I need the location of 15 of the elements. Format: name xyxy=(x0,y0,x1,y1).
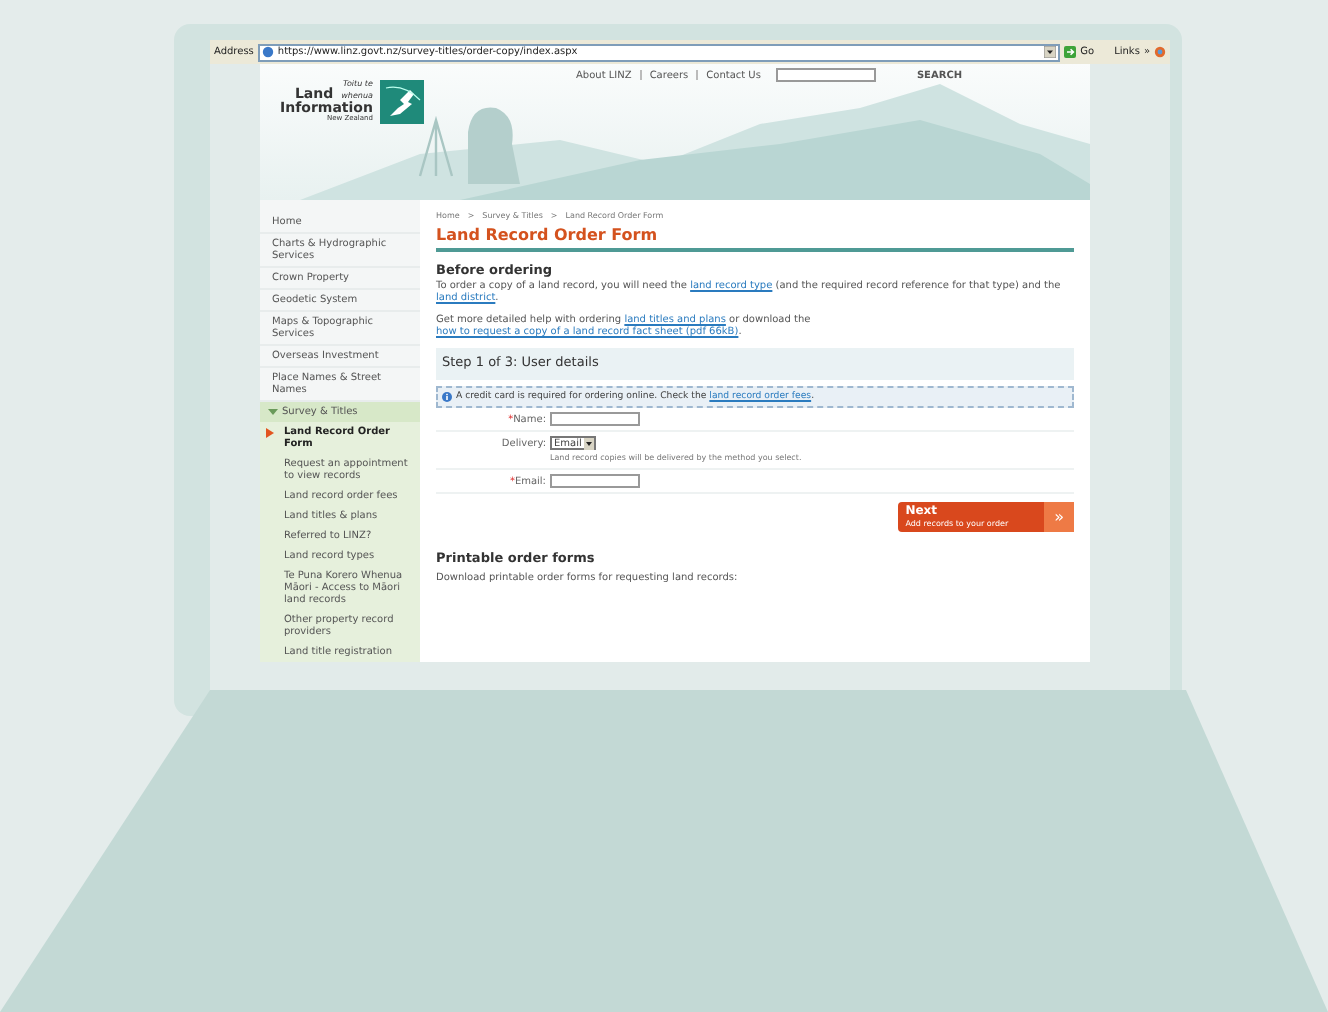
tripod-drawing xyxy=(418,115,454,178)
dropdown-caret-icon xyxy=(1044,46,1057,58)
current-page-arrow-icon xyxy=(266,428,274,438)
dropdown-caret-icon xyxy=(583,437,594,450)
info-icon xyxy=(442,392,452,403)
input-field[interactable] xyxy=(550,412,640,427)
search-field[interactable] xyxy=(776,68,877,82)
expanded-arrow-icon xyxy=(268,408,278,416)
go-arrow-icon xyxy=(1064,46,1077,58)
logo-map-icon xyxy=(380,80,425,124)
toolbar-icon xyxy=(1154,46,1166,58)
globe-icon xyxy=(261,46,274,58)
person-silhouette xyxy=(468,107,520,184)
input-field[interactable] xyxy=(550,474,640,489)
page-title: Land Record Order Form xyxy=(436,225,1074,253)
